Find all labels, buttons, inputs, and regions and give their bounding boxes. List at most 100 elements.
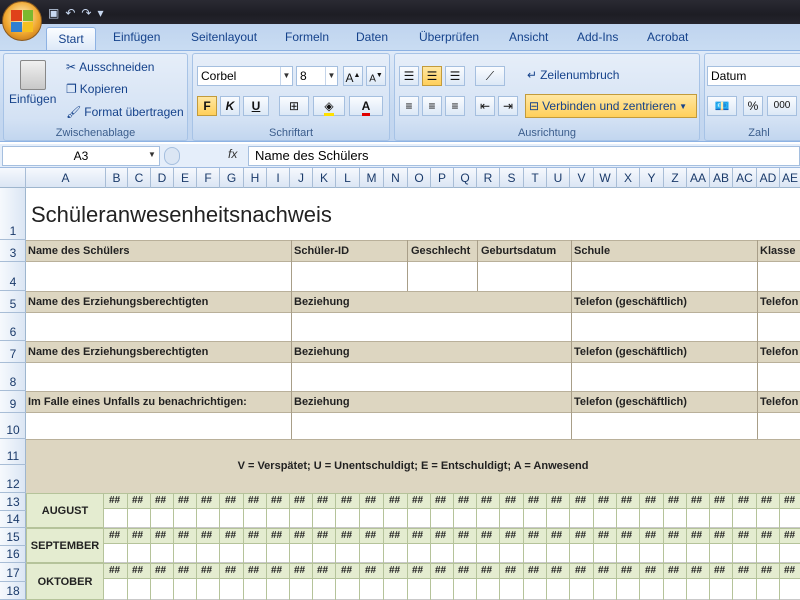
date-cell[interactable]: ## xyxy=(528,530,539,541)
date-cell[interactable]: ## xyxy=(109,495,120,506)
font-size-combo[interactable]: 8 ▼ xyxy=(296,66,338,86)
row-header[interactable]: 4 xyxy=(0,262,26,291)
column-header[interactable]: X xyxy=(617,168,640,188)
work-phone-header[interactable]: Telefon (geschäftlich) xyxy=(574,296,687,308)
phone-header[interactable]: Telefon xyxy=(760,296,798,308)
date-cell[interactable]: ## xyxy=(645,565,656,576)
column-header[interactable]: AC xyxy=(733,168,757,188)
row-header[interactable]: 5 xyxy=(0,291,26,313)
date-cell[interactable]: ## xyxy=(458,530,469,541)
date-cell[interactable]: ## xyxy=(551,495,562,506)
student-id-header[interactable]: Schüler-ID xyxy=(294,245,349,257)
italic-button[interactable]: K xyxy=(220,96,240,116)
date-cell[interactable]: ## xyxy=(668,565,679,576)
chevron-down-icon[interactable]: ▼ xyxy=(280,67,292,85)
column-header[interactable]: N xyxy=(384,168,408,188)
guardian-name-header[interactable]: Name des Erziehungsberechtigten xyxy=(28,346,208,358)
column-header[interactable]: E xyxy=(174,168,197,188)
column-header[interactable]: Q xyxy=(454,168,477,188)
date-cell[interactable]: ## xyxy=(294,565,305,576)
office-button[interactable] xyxy=(2,1,42,41)
chevron-down-icon[interactable]: ▼ xyxy=(679,102,687,111)
merge-center-button[interactable]: ⊟ Verbinden und zentrieren ▼ xyxy=(525,94,697,118)
date-cell[interactable]: ## xyxy=(294,530,305,541)
row-header[interactable]: 16 xyxy=(0,546,26,563)
date-cell[interactable]: ## xyxy=(784,495,795,506)
align-top-button[interactable]: ☰ xyxy=(399,66,419,86)
birthdate-header[interactable]: Geburtsdatum xyxy=(481,245,556,257)
work-phone-header[interactable]: Telefon (geschäftlich) xyxy=(574,346,687,358)
tab-formeln[interactable]: Formeln xyxy=(285,30,329,44)
row-header[interactable]: 11 xyxy=(0,439,26,465)
column-header[interactable]: M xyxy=(360,168,384,188)
date-cell[interactable]: ## xyxy=(201,565,212,576)
paste-button[interactable]: Einfügen xyxy=(9,60,56,106)
guardian-name-header[interactable]: Name des Erziehungsberechtigten xyxy=(28,296,208,308)
tab-ueberpruefen[interactable]: Überprüfen xyxy=(419,30,479,44)
date-cell[interactable]: ## xyxy=(738,565,749,576)
attendance-row-oktober[interactable] xyxy=(104,582,800,600)
date-cell[interactable]: ## xyxy=(598,565,609,576)
date-cell[interactable]: ## xyxy=(178,565,189,576)
date-cell[interactable]: ## xyxy=(575,495,586,506)
date-cell[interactable]: ## xyxy=(458,495,469,506)
date-cell[interactable]: ## xyxy=(225,495,236,506)
date-cell[interactable]: ## xyxy=(645,495,656,506)
orientation-button[interactable]: ⟋ xyxy=(475,66,505,86)
date-cell[interactable]: ## xyxy=(389,495,400,506)
date-cell[interactable]: ## xyxy=(178,495,189,506)
date-cell[interactable]: ## xyxy=(784,565,795,576)
tab-addins[interactable]: Add-Ins xyxy=(577,30,618,44)
currency-button[interactable]: 💶 xyxy=(707,96,737,116)
align-right-button[interactable]: ≡ xyxy=(445,96,465,116)
column-header[interactable]: S xyxy=(500,168,524,188)
chevron-down-icon[interactable]: ▼ xyxy=(148,150,156,159)
date-cell[interactable]: ## xyxy=(132,565,143,576)
gender-header[interactable]: Geschlecht xyxy=(411,245,470,257)
thousands-button[interactable]: 000 xyxy=(767,96,797,116)
tab-ansicht[interactable]: Ansicht xyxy=(509,30,548,44)
date-cell[interactable]: ## xyxy=(341,565,352,576)
date-cell[interactable]: ## xyxy=(201,530,212,541)
date-cell[interactable]: ## xyxy=(738,530,749,541)
wrap-text-button[interactable]: ↵ Zeilenumbruch xyxy=(527,68,619,82)
date-cell[interactable]: ## xyxy=(784,530,795,541)
worksheet[interactable]: Schüleranwesenheitsnachweis Name des Sch… xyxy=(26,188,800,600)
date-cell[interactable]: ## xyxy=(691,495,702,506)
column-header[interactable]: V xyxy=(570,168,594,188)
date-cell[interactable]: ## xyxy=(225,565,236,576)
date-cell[interactable]: ## xyxy=(551,565,562,576)
redo-icon[interactable]: ↷ xyxy=(81,6,91,20)
emergency-contact-header[interactable]: Im Falle eines Unfalls zu benachrichtige… xyxy=(28,396,247,408)
row-header[interactable]: 8 xyxy=(0,363,26,391)
undo-icon[interactable]: ↶ xyxy=(65,6,75,20)
date-cell[interactable]: ## xyxy=(132,495,143,506)
column-header[interactable]: K xyxy=(313,168,336,188)
date-cell[interactable]: ## xyxy=(155,495,166,506)
row-header[interactable]: 3 xyxy=(0,240,26,262)
date-cell[interactable]: ## xyxy=(248,565,259,576)
formula-input[interactable]: Name des Schülers xyxy=(248,146,800,166)
month-august[interactable]: AUGUST xyxy=(26,493,104,528)
date-cell[interactable]: ## xyxy=(341,530,352,541)
date-cell[interactable]: ## xyxy=(178,530,189,541)
date-cell[interactable]: ## xyxy=(225,530,236,541)
column-header[interactable]: AA xyxy=(687,168,710,188)
date-cell[interactable]: ## xyxy=(109,565,120,576)
date-cell[interactable]: ## xyxy=(389,565,400,576)
date-cell[interactable]: ## xyxy=(155,530,166,541)
date-cell[interactable]: ## xyxy=(714,495,725,506)
row-header[interactable]: 17 xyxy=(0,563,26,582)
date-cell[interactable]: ## xyxy=(481,495,492,506)
row-header[interactable]: 9 xyxy=(0,391,26,413)
column-header[interactable]: U xyxy=(547,168,570,188)
column-header[interactable]: J xyxy=(290,168,313,188)
month-oktober[interactable]: OKTOBER xyxy=(26,563,104,600)
column-header[interactable]: D xyxy=(151,168,174,188)
date-cell[interactable]: ## xyxy=(668,530,679,541)
date-cell[interactable]: ## xyxy=(714,530,725,541)
decrease-indent-button[interactable]: ⇤ xyxy=(475,96,495,116)
date-cell[interactable]: ## xyxy=(575,565,586,576)
phone-header[interactable]: Telefon xyxy=(760,396,798,408)
date-cell[interactable]: ## xyxy=(691,565,702,576)
